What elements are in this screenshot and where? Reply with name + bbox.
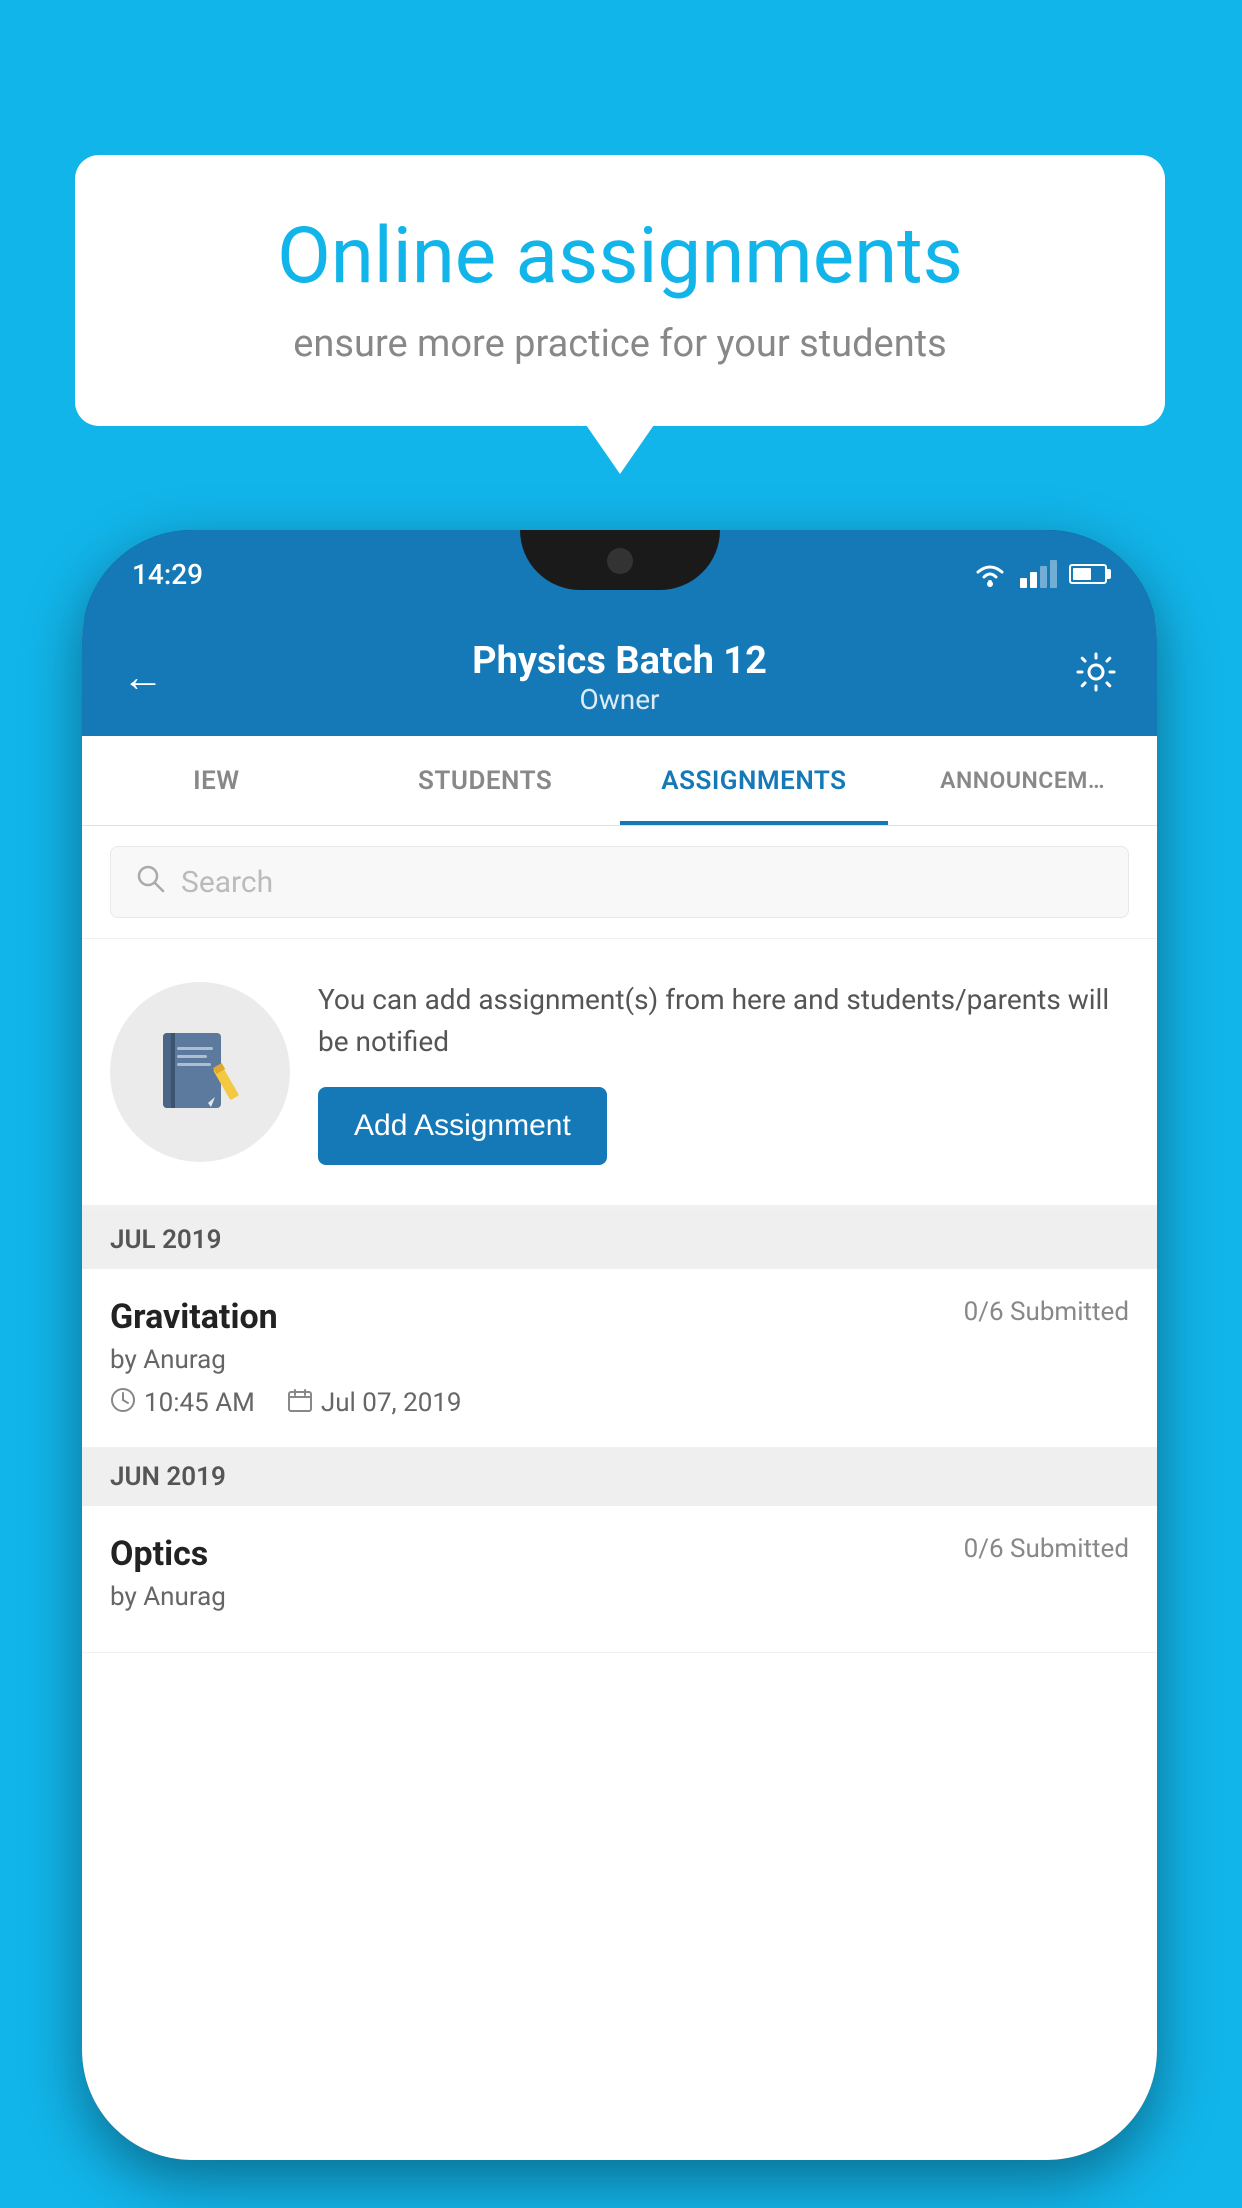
assignment-meta: 10:45 AM Jul 07, 2019 [110,1387,1129,1419]
status-bar: 14:29 [82,530,1157,618]
assignment-date-text: Jul 07, 2019 [321,1388,462,1418]
tooltip-subtitle: ensure more practice for your students [140,322,1100,366]
tab-students[interactable]: STUDENTS [351,736,620,825]
tab-assignments[interactable]: ASSIGNMENTS [620,736,889,825]
app-header: ← Physics Batch 12 Owner [82,618,1157,736]
section-header-jul: JUL 2019 [82,1211,1157,1269]
calendar-icon [287,1387,313,1419]
clock-icon [110,1387,136,1419]
status-time: 14:29 [132,558,203,591]
assignment-item-optics[interactable]: Optics 0/6 Submitted by Anurag [82,1506,1157,1653]
assignment-optics-submitted: 0/6 Submitted [964,1534,1129,1564]
search-bar[interactable]: Search [110,846,1129,918]
phone-screen: ← Physics Batch 12 Owner IEW STUDENTS AS… [82,618,1157,2160]
add-assignment-button[interactable]: Add Assignment [318,1087,607,1165]
signal-icon [1020,560,1057,588]
assignment-by: by Anurag [110,1345,1129,1375]
tabs-bar: IEW STUDENTS ASSIGNMENTS ANNOUNCEM… [82,736,1157,826]
header-title: Physics Batch 12 [472,639,767,683]
tooltip-title: Online assignments [140,210,1100,304]
tab-announcements[interactable]: ANNOUNCEM… [888,736,1157,825]
empty-text-area: You can add assignment(s) from here and … [318,979,1129,1165]
assignment-optics-by: by Anurag [110,1582,1129,1612]
assignment-date: Jul 07, 2019 [287,1387,462,1419]
assignment-submitted: 0/6 Submitted [964,1297,1129,1327]
empty-description: You can add assignment(s) from here and … [318,979,1129,1063]
assignment-optics-name: Optics [110,1534,208,1574]
settings-button[interactable] [1075,651,1117,703]
header-subtitle: Owner [472,683,767,716]
assignment-name: Gravitation [110,1297,278,1337]
tooltip-card: Online assignments ensure more practice … [75,155,1165,426]
camera-dot [607,548,633,574]
status-icons [972,560,1107,588]
search-icon [135,863,165,901]
empty-state: You can add assignment(s) from here and … [82,939,1157,1211]
back-button[interactable]: ← [122,653,164,702]
assignment-optics-top-row: Optics 0/6 Submitted [110,1534,1129,1574]
search-container: Search [82,826,1157,939]
phone-frame: 14:29 [82,530,1157,2160]
header-center: Physics Batch 12 Owner [472,639,767,716]
assignment-item-gravitation[interactable]: Gravitation 0/6 Submitted by Anurag 10:4… [82,1269,1157,1448]
assignment-time: 10:45 AM [110,1387,255,1419]
wifi-icon [972,560,1008,588]
assignment-time-text: 10:45 AM [144,1388,255,1418]
tab-iew[interactable]: IEW [82,736,351,825]
empty-icon-circle [110,982,290,1162]
battery-icon [1069,564,1107,584]
notch-cutout [520,530,720,590]
search-input-placeholder: Search [181,865,273,900]
assignment-top-row: Gravitation 0/6 Submitted [110,1297,1129,1337]
notebook-icon [153,1025,248,1120]
section-header-jun: JUN 2019 [82,1448,1157,1506]
